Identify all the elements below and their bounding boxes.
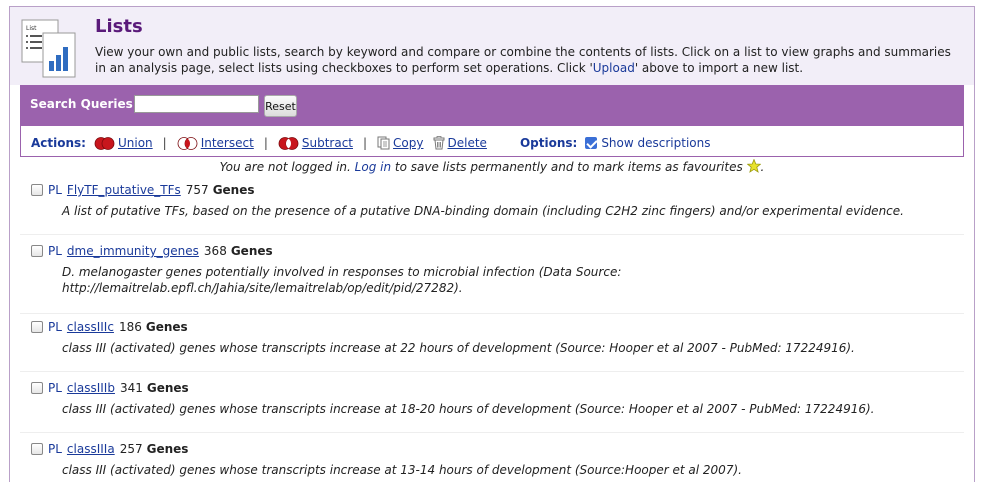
list-item: PL dme_immunity_genes 368 Genes D. melan… — [20, 244, 964, 314]
actions-row: Actions: Union | Intersect | Subtract | … — [31, 135, 710, 151]
notice-text-1: You are not logged in. — [219, 160, 355, 174]
search-label: Search Queries: — [30, 97, 138, 111]
intersect-button[interactable]: Intersect — [177, 136, 254, 150]
trash-icon — [433, 136, 444, 150]
list-description: A list of putative TFs, based on the pre… — [62, 204, 904, 218]
copy-button[interactable]: Copy — [377, 136, 424, 150]
separator: | — [263, 136, 268, 150]
list-type: Genes — [146, 442, 189, 456]
list-count: 257 — [119, 442, 143, 456]
login-link[interactable]: Log in — [355, 160, 391, 174]
list-count: 186 — [118, 320, 142, 334]
list-name-link[interactable]: FlyTF_putative_TFs — [67, 183, 181, 197]
actions-bar: Actions: Union | Intersect | Subtract | … — [20, 126, 964, 157]
lists-document-chart-icon: List — [21, 19, 76, 78]
list-description: class III (activated) genes whose transc… — [62, 341, 855, 355]
list-select-checkbox[interactable] — [31, 382, 43, 394]
notice-period: . — [760, 160, 765, 174]
login-notice: You are not logged in. Log in to save li… — [10, 159, 974, 174]
list-name-link[interactable]: classIIIc — [67, 320, 114, 334]
lists-header: List Lists View your own and public list… — [10, 7, 974, 85]
description-text-1: View your own and public lists, search b… — [95, 45, 951, 75]
options-label: Options: — [519, 136, 578, 150]
list-count: 757 — [185, 183, 209, 197]
lists-panel: List Lists View your own and public list… — [9, 6, 975, 482]
list-prefix: PL — [48, 244, 62, 258]
copy-icon — [377, 136, 390, 150]
list-item-header: PL classIIIa 257 Genes — [31, 442, 188, 456]
list-item-header: PL FlyTF_putative_TFs 757 Genes — [31, 183, 255, 197]
search-input[interactable] — [134, 95, 259, 113]
notice-text-2: to save lists permanently and to mark it… — [391, 160, 743, 174]
delete-button[interactable]: Delete — [432, 136, 487, 150]
actions-label: Actions: — [31, 136, 86, 150]
list-type: Genes — [212, 183, 255, 197]
intersect-label: Intersect — [200, 136, 254, 150]
list-item-header: PL classIIIb 341 Genes — [31, 381, 189, 395]
list-description: class III (activated) genes whose transc… — [62, 463, 742, 477]
list-count: 368 — [203, 244, 227, 258]
star-icon — [746, 159, 761, 173]
venn-subtract-icon — [278, 136, 299, 150]
svg-text:List: List — [26, 25, 37, 32]
list-type: Genes — [145, 320, 188, 334]
union-label: Union — [117, 136, 153, 150]
list-select-checkbox[interactable] — [31, 321, 43, 333]
list-description: class III (activated) genes whose transc… — [62, 402, 875, 416]
list-type: Genes — [230, 244, 273, 258]
list-prefix: PL — [48, 183, 62, 197]
show-descriptions-checkbox[interactable] — [585, 137, 598, 149]
list-select-checkbox[interactable] — [31, 245, 43, 257]
page-description: View your own and public lists, search b… — [95, 44, 965, 76]
venn-union-icon — [94, 136, 115, 150]
delete-label: Delete — [447, 136, 487, 150]
venn-intersect-icon — [177, 136, 198, 150]
list-item: PL FlyTF_putative_TFs 757 Genes A list o… — [20, 183, 964, 235]
separator: | — [363, 136, 368, 150]
union-button[interactable]: Union — [94, 136, 153, 150]
list-prefix: PL — [48, 381, 62, 395]
list-select-checkbox[interactable] — [31, 443, 43, 455]
separator: | — [162, 136, 167, 150]
description-text-2: ' above to import a new list. — [634, 61, 804, 75]
subtract-label: Subtract — [301, 136, 353, 150]
list-select-checkbox[interactable] — [31, 184, 43, 196]
list-name-link[interactable]: dme_immunity_genes — [67, 244, 199, 258]
reset-button[interactable]: Reset — [264, 95, 297, 117]
list-name-link[interactable]: classIIIb — [67, 381, 115, 395]
search-bar: Search Queries: Reset — [20, 85, 964, 126]
show-descriptions-label[interactable]: Show descriptions — [601, 136, 710, 150]
list-item-header: PL classIIIc 186 Genes — [31, 320, 188, 334]
list-count: 341 — [119, 381, 143, 395]
list-description: D. melanogaster genes potentially involv… — [62, 265, 622, 295]
list-item-header: PL dme_immunity_genes 368 Genes — [31, 244, 273, 258]
page-title: Lists — [95, 16, 143, 37]
list-prefix: PL — [48, 320, 62, 334]
subtract-button[interactable]: Subtract — [278, 136, 353, 150]
list-item: PL classIIIa 257 Genes class III (activa… — [20, 442, 964, 482]
copy-label: Copy — [393, 136, 424, 150]
list-item: PL classIIIc 186 Genes class III (activa… — [20, 320, 964, 372]
list-prefix: PL — [48, 442, 62, 456]
list-item: PL classIIIb 341 Genes class III (activa… — [20, 381, 964, 433]
list-name-link[interactable]: classIIIa — [67, 442, 115, 456]
list-type: Genes — [146, 381, 189, 395]
upload-link[interactable]: Upload — [593, 61, 635, 75]
